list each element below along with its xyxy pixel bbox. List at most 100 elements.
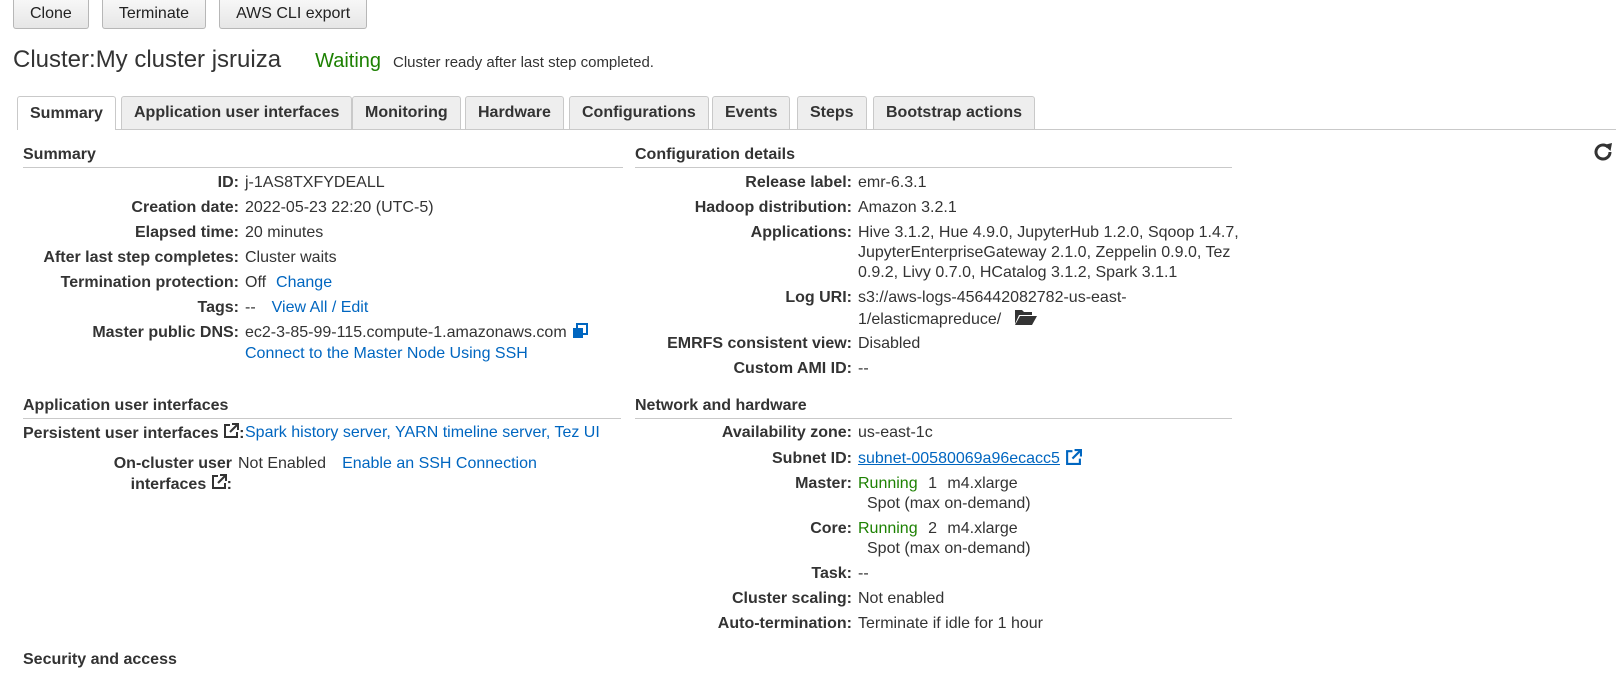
elapsed-time-row: Elapsed time: 20 minutes	[23, 223, 323, 243]
task-label: Task:	[811, 565, 852, 582]
applications-row: Applications: Hive 3.1.2, Hue 4.9.0, Jup…	[635, 223, 1239, 283]
id-label: ID:	[217, 174, 239, 191]
master-value: Running 1 m4.xlarge Spot (max on-demand)	[858, 474, 1031, 514]
tags-row: Tags: -- View All / Edit	[23, 298, 369, 318]
core-line-1: Running 2 m4.xlarge	[858, 519, 1031, 539]
applications-label: Applications:	[750, 224, 852, 241]
page-title-prefix: Cluster:	[13, 46, 96, 73]
tab-monitoring[interactable]: Monitoring	[352, 96, 461, 129]
persistent-ui-row: Persistent user interfaces : Spark histo…	[23, 423, 600, 445]
hadoop-distribution-label: Hadoop distribution:	[694, 199, 852, 216]
terminate-button[interactable]: Terminate	[101, 0, 207, 29]
external-link-icon[interactable]	[1065, 449, 1082, 472]
custom-ami-value: --	[858, 360, 869, 377]
network-hardware-title: Network and hardware	[635, 397, 1232, 419]
external-link-icon	[223, 423, 240, 445]
security-access-title: Security and access	[23, 651, 177, 668]
change-protection-link[interactable]: Change	[276, 273, 332, 293]
availability-zone-value: us-east-1c	[858, 424, 933, 441]
emrfs-label: EMRFS consistent view:	[667, 335, 852, 352]
on-cluster-ui-label-2: interfaces	[130, 476, 207, 494]
persistent-ui-links[interactable]: Spark history server, YARN timeline serv…	[245, 423, 600, 445]
master-status: Running	[858, 475, 918, 492]
task-value: --	[858, 565, 869, 582]
log-uri-value: s3://aws-logs-456442082782-us-east- 1/el…	[858, 288, 1127, 332]
master-dns-row: Master public DNS: ec2-3-85-99-115.compu…	[23, 323, 588, 345]
summary-id-row: ID: j-1AS8TXFYDEALL	[23, 173, 385, 193]
refresh-icon[interactable]	[1591, 140, 1615, 164]
log-uri-label: Log URI:	[785, 289, 852, 306]
auto-termination-row: Auto-termination: Terminate if idle for …	[635, 614, 1043, 634]
core-count: 2	[928, 520, 937, 537]
release-label-value: emr-6.3.1	[858, 174, 927, 191]
core-instance-type: m4.xlarge	[947, 520, 1018, 537]
release-label-label: Release label:	[745, 174, 852, 191]
tab-summary[interactable]: Summary	[17, 96, 116, 130]
view-all-edit-tags-link[interactable]: View All / Edit	[272, 298, 369, 318]
ssh-link-row: Connect to the Master Node Using SSH	[245, 344, 528, 364]
after-last-step-value: Cluster waits	[245, 249, 337, 266]
tab-steps[interactable]: Steps	[797, 96, 867, 129]
emrfs-row: EMRFS consistent view: Disabled	[635, 334, 920, 354]
aws-cli-export-button[interactable]: AWS CLI export	[219, 0, 368, 29]
applications-line-1: Hive 3.1.2, Hue 4.9.0, JupyterHub 1.2.0,…	[858, 224, 1239, 241]
subnet-id-link[interactable]: subnet-00580069a96ecacc5	[858, 449, 1060, 472]
creation-date-value: 2022-05-23 22:20 (UTC-5)	[245, 199, 434, 216]
auto-termination-label: Auto-termination:	[717, 615, 852, 632]
log-uri-line-2-wrap: 1/elasticmapreduce/	[858, 308, 1127, 332]
tab-bootstrap-actions[interactable]: Bootstrap actions	[873, 96, 1036, 129]
termination-protection-row: Termination protection: Off Change	[23, 273, 332, 293]
after-last-step-label: After last step completes:	[43, 249, 239, 266]
copy-icon[interactable]	[572, 323, 588, 345]
release-label-row: Release label: emr-6.3.1	[635, 173, 926, 193]
core-label: Core:	[810, 520, 852, 537]
after-last-step-row: After last step completes: Cluster waits	[23, 248, 337, 268]
persistent-ui-label-wrap: Persistent user interfaces :	[23, 423, 245, 445]
clone-button[interactable]: Clone	[13, 0, 89, 29]
status-message: Cluster ready after last step completed.	[393, 54, 654, 71]
applications-line-2: JupyterEnterpriseGateway 2.1.0, Zeppelin…	[858, 244, 1231, 261]
tab-configurations[interactable]: Configurations	[569, 96, 709, 129]
on-cluster-ui-label-2-wrap: interfaces :	[23, 474, 232, 496]
log-uri-row: Log URI: s3://aws-logs-456442082782-us-e…	[635, 288, 1127, 332]
master-market: Spot (max on-demand)	[867, 495, 1031, 512]
applications-line-3: 0.9.2, Livy 0.7.0, HCatalog 3.1.2, Spark…	[858, 264, 1178, 281]
log-uri-line-2: 1/elasticmapreduce/	[858, 311, 1002, 329]
subnet-id-label: Subnet ID:	[772, 450, 852, 467]
configuration-details-title: Configuration details	[635, 146, 1232, 168]
toolbar: Clone Terminate AWS CLI export	[13, 0, 368, 29]
cluster-header: Cluster: My cluster jsruiza Waiting Clus…	[13, 46, 654, 74]
enable-ssh-connection-link[interactable]: Enable an SSH Connection	[342, 454, 537, 496]
master-label: Master:	[795, 475, 852, 492]
auto-termination-value: Terminate if idle for 1 hour	[858, 615, 1043, 632]
creation-date-row: Creation date: 2022-05-23 22:20 (UTC-5)	[23, 198, 434, 218]
on-cluster-ui-row: On-cluster user interfaces : Not Enabled…	[23, 454, 537, 496]
application-user-interfaces-title: Application user interfaces	[23, 397, 621, 419]
termination-protection-label: Termination protection:	[60, 274, 239, 291]
tab-hardware[interactable]: Hardware	[465, 96, 564, 129]
external-link-icon	[211, 474, 227, 496]
custom-ami-row: Custom AMI ID: --	[635, 359, 869, 379]
on-cluster-ui-value: Not Enabled	[238, 455, 327, 472]
connect-ssh-link[interactable]: Connect to the Master Node Using SSH	[245, 344, 528, 364]
tags-label: Tags:	[197, 299, 239, 316]
persistent-ui-label: Persistent user interfaces	[23, 425, 219, 443]
elapsed-time-label: Elapsed time:	[134, 224, 239, 241]
tab-application-user-interfaces[interactable]: Application user interfaces	[121, 96, 353, 129]
availability-zone-label: Availability zone:	[721, 424, 852, 441]
tab-bar: Summary Application user interfaces Moni…	[17, 96, 1616, 130]
folder-open-icon[interactable]	[1014, 308, 1038, 332]
tab-events[interactable]: Events	[712, 96, 791, 129]
core-row: Core: Running 2 m4.xlarge Spot (max on-d…	[635, 519, 1031, 559]
tags-value: --	[245, 299, 256, 316]
hadoop-distribution-row: Hadoop distribution: Amazon 3.2.1	[635, 198, 957, 218]
applications-value: Hive 3.1.2, Hue 4.9.0, JupyterHub 1.2.0,…	[858, 223, 1239, 283]
availability-zone-row: Availability zone: us-east-1c	[635, 423, 933, 443]
summary-section-title: Summary	[23, 146, 623, 168]
log-uri-line-1: s3://aws-logs-456442082782-us-east-	[858, 289, 1127, 306]
elapsed-time-value: 20 minutes	[245, 224, 324, 241]
subnet-id-row: Subnet ID: subnet-00580069a96ecacc5	[635, 449, 1082, 472]
master-count: 1	[928, 475, 937, 492]
hadoop-distribution-value: Amazon 3.2.1	[858, 199, 957, 216]
master-dns-label: Master public DNS:	[92, 324, 239, 341]
